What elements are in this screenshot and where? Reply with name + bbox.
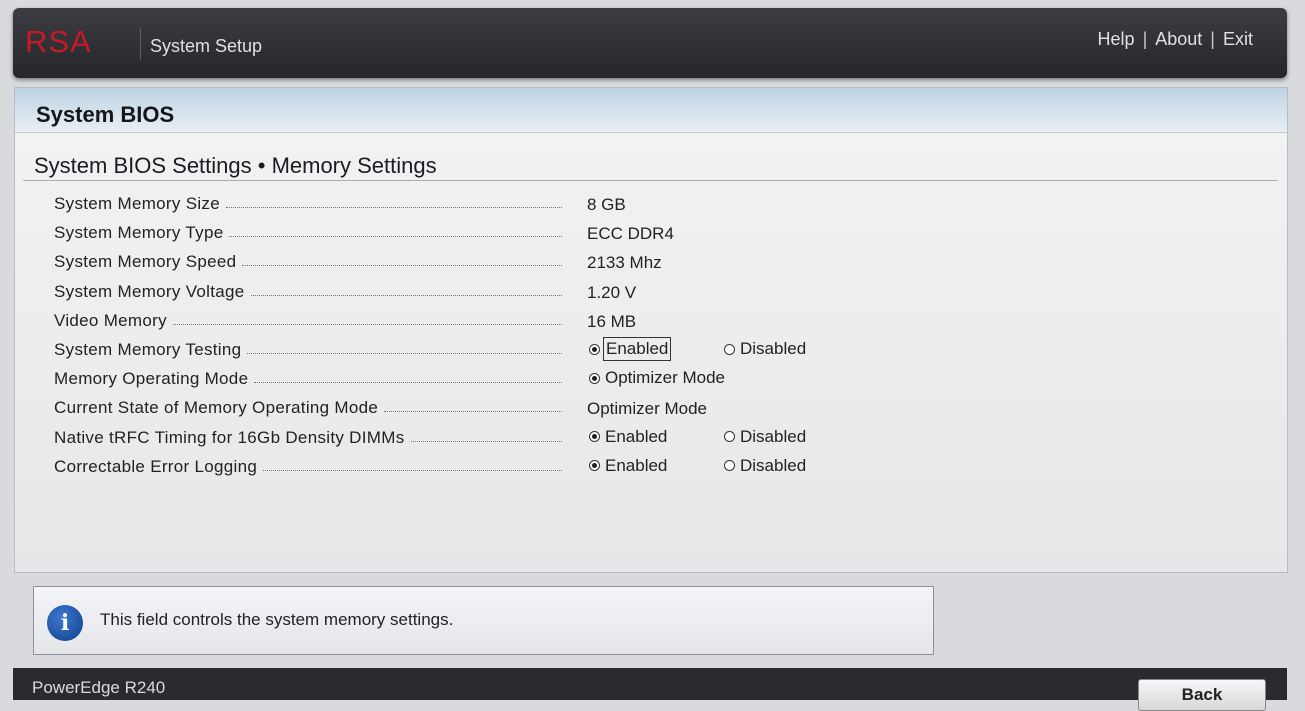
- setting-label: Video Memory: [54, 307, 562, 335]
- setting-label-text: Video Memory: [54, 310, 167, 330]
- radio-option-label: Enabled: [605, 455, 668, 475]
- setting-label-text: Current State of Memory Operating Mode: [54, 398, 379, 418]
- dot-leader: [254, 381, 562, 384]
- radio-option-disabled[interactable]: Disabled: [724, 338, 806, 360]
- back-button[interactable]: Back: [1138, 679, 1266, 711]
- setting-label-text: System Memory Type: [54, 223, 224, 243]
- setting-row: System Memory Speed 2133 Mhz: [15, 248, 1287, 276]
- setting-value: 16 MB: [587, 311, 637, 331]
- setting-label-text: Native tRFC Timing for 16Gb Density DIMM…: [54, 427, 405, 447]
- dot-leader: [384, 410, 562, 413]
- setting-label: System Memory Size: [54, 190, 562, 218]
- about-link[interactable]: About: [1155, 29, 1202, 50]
- info-icon: i: [47, 605, 83, 641]
- setting-label: Correctable Error Logging: [54, 453, 562, 481]
- rsa-logo: RSA: [25, 24, 92, 59]
- footer-bar: PowerEdge R240: [13, 668, 1287, 700]
- radio-option-label: Disabled: [740, 426, 807, 446]
- setting-row[interactable]: Memory Operating Mode Optimizer Mode: [15, 365, 1287, 393]
- logo-divider: [140, 28, 141, 60]
- setting-row: System Memory Size 8 GB: [15, 190, 1287, 218]
- dot-leader: [263, 469, 562, 471]
- top-bar: RSA System Setup Help | About | Exit: [13, 8, 1287, 78]
- setting-label: System Memory Speed: [54, 248, 562, 276]
- dot-leader: [226, 206, 562, 208]
- settings-panel: System BIOS System BIOS Settings • Memor…: [14, 87, 1288, 573]
- app-title: System Setup: [150, 36, 263, 56]
- top-links: Help | About | Exit: [1098, 29, 1253, 50]
- radio-option-optimizer-mode[interactable]: Optimizer Mode: [589, 367, 725, 389]
- radio-option-enabled[interactable]: Enabled: [589, 426, 667, 448]
- setting-label: System Memory Voltage: [54, 278, 562, 306]
- setting-row: Current State of Memory Operating Mode Op…: [15, 394, 1287, 422]
- setting-row[interactable]: Native tRFC Timing for 16Gb Density DIMM…: [15, 424, 1287, 452]
- help-text: This field controls the system memory se…: [100, 610, 454, 629]
- setting-row[interactable]: Correctable Error Logging Enabled Disabled: [15, 453, 1287, 481]
- setting-label-text: System Memory Size: [54, 194, 220, 213]
- setting-label: Native tRFC Timing for 16Gb Density DIMM…: [54, 424, 562, 452]
- setting-row: Video Memory 16 MB: [15, 307, 1287, 335]
- setting-label-text: System Memory Voltage: [54, 281, 245, 301]
- radio-unselected-icon[interactable]: [724, 343, 735, 355]
- radio-option-label: Disabled: [740, 339, 807, 358]
- dot-leader: [250, 294, 562, 296]
- setting-value: 2133 Mhz: [587, 253, 662, 273]
- system-model: PowerEdge R240: [32, 678, 166, 697]
- help-link[interactable]: Help: [1098, 29, 1135, 50]
- setting-value: Optimizer Mode: [587, 399, 707, 419]
- radio-option-enabled[interactable]: Enabled: [589, 337, 672, 361]
- setting-label-text: Correctable Error Logging: [54, 456, 258, 476]
- setting-value: 1.20 V: [587, 282, 637, 302]
- dot-leader: [242, 264, 562, 267]
- setting-row: System Memory Type ECC DDR4: [15, 219, 1287, 247]
- radio-selected-icon[interactable]: [589, 372, 600, 384]
- setting-label: Memory Operating Mode: [54, 365, 562, 393]
- link-separator: |: [1210, 29, 1215, 49]
- setting-label-text: System Memory Testing: [54, 340, 242, 359]
- radio-selected-icon[interactable]: [589, 460, 600, 472]
- setting-label-text: Memory Operating Mode: [54, 369, 249, 389]
- radio-option-disabled[interactable]: Disabled: [724, 455, 806, 477]
- breadcrumb: System BIOS Settings • Memory Settings: [34, 153, 437, 178]
- divider: [23, 180, 1278, 181]
- radio-option-label: Enabled: [605, 426, 668, 446]
- setting-label: Current State of Memory Operating Mode: [54, 394, 562, 422]
- help-info-box: i This field controls the system memory …: [33, 586, 934, 655]
- setting-row: System Memory Voltage 1.20 V: [15, 278, 1287, 306]
- exit-link[interactable]: Exit: [1223, 29, 1253, 50]
- radio-option-disabled[interactable]: Disabled: [724, 426, 806, 448]
- radio-option-label: Disabled: [740, 455, 807, 475]
- setting-label-text: System Memory Speed: [54, 252, 237, 272]
- radio-unselected-icon[interactable]: [724, 431, 735, 443]
- setting-label: System Memory Type: [54, 219, 562, 247]
- setting-label: System Memory Testing: [54, 336, 562, 364]
- dot-leader: [410, 440, 562, 442]
- radio-selected-icon[interactable]: [589, 343, 600, 355]
- panel-header: System BIOS: [15, 88, 1287, 133]
- dot-leader: [247, 352, 562, 354]
- radio-selected-icon[interactable]: [589, 431, 600, 443]
- radio-unselected-icon[interactable]: [724, 460, 735, 472]
- page-title: System BIOS: [36, 102, 175, 127]
- setting-value: 8 GB: [587, 195, 626, 214]
- dot-leader: [229, 235, 562, 238]
- setting-row[interactable]: System Memory Testing Enabled Disabled: [15, 336, 1287, 364]
- link-separator: |: [1142, 29, 1148, 49]
- radio-option-label: Optimizer Mode: [605, 368, 725, 388]
- radio-option-label: Enabled: [602, 337, 672, 361]
- setting-value: ECC DDR4: [587, 224, 674, 244]
- radio-option-enabled[interactable]: Enabled: [589, 455, 667, 477]
- dot-leader: [172, 323, 562, 325]
